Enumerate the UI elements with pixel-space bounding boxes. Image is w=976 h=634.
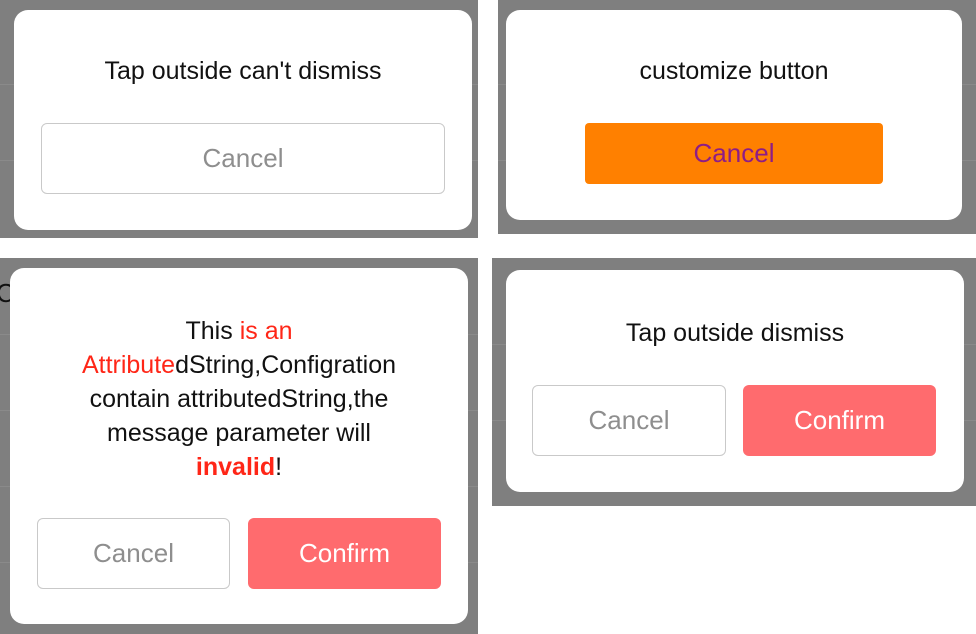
alert-dialog-custom-button: customize button Cancel — [506, 10, 962, 220]
alert-dialog-attributed: This is an AttributedString,Configration… — [10, 268, 468, 624]
cancel-button[interactable]: Cancel — [41, 123, 445, 194]
message-line-5: invalid! — [195, 453, 283, 481]
dialog-message: Tap outside can't dismiss — [104, 57, 382, 85]
cancel-button[interactable]: Cancel — [585, 123, 883, 184]
panel-top-right[interactable]: customize button Cancel — [498, 0, 976, 234]
confirm-button[interactable]: Confirm — [248, 518, 441, 589]
panel-bottom-right[interactable]: Tap outside dismiss Cancel Confirm — [492, 258, 976, 506]
cancel-button[interactable]: Cancel — [532, 385, 726, 456]
attributed-message: This is an AttributedString,Configration… — [10, 314, 468, 484]
dialog-message: Tap outside dismiss — [625, 319, 845, 347]
message-line-3: contain attributedString,the — [89, 385, 389, 413]
cancel-button[interactable]: Cancel — [37, 518, 230, 589]
message-line-1: This is an — [185, 317, 293, 345]
panel-top-left[interactable]: Tap outside can't dismiss Cancel — [0, 0, 478, 238]
confirm-button[interactable]: Confirm — [743, 385, 936, 456]
alert-dialog-dismissable: Tap outside dismiss Cancel Confirm — [506, 270, 964, 492]
message-line-4: message parameter will — [107, 419, 371, 447]
panel-bottom-left[interactable]: C This is an AttributedString,Configrati… — [0, 258, 478, 634]
alert-dialog-no-dismiss: Tap outside can't dismiss Cancel — [14, 10, 472, 230]
dialog-message: customize button — [639, 57, 829, 85]
message-line-2: AttributedString,Configration — [81, 351, 397, 379]
